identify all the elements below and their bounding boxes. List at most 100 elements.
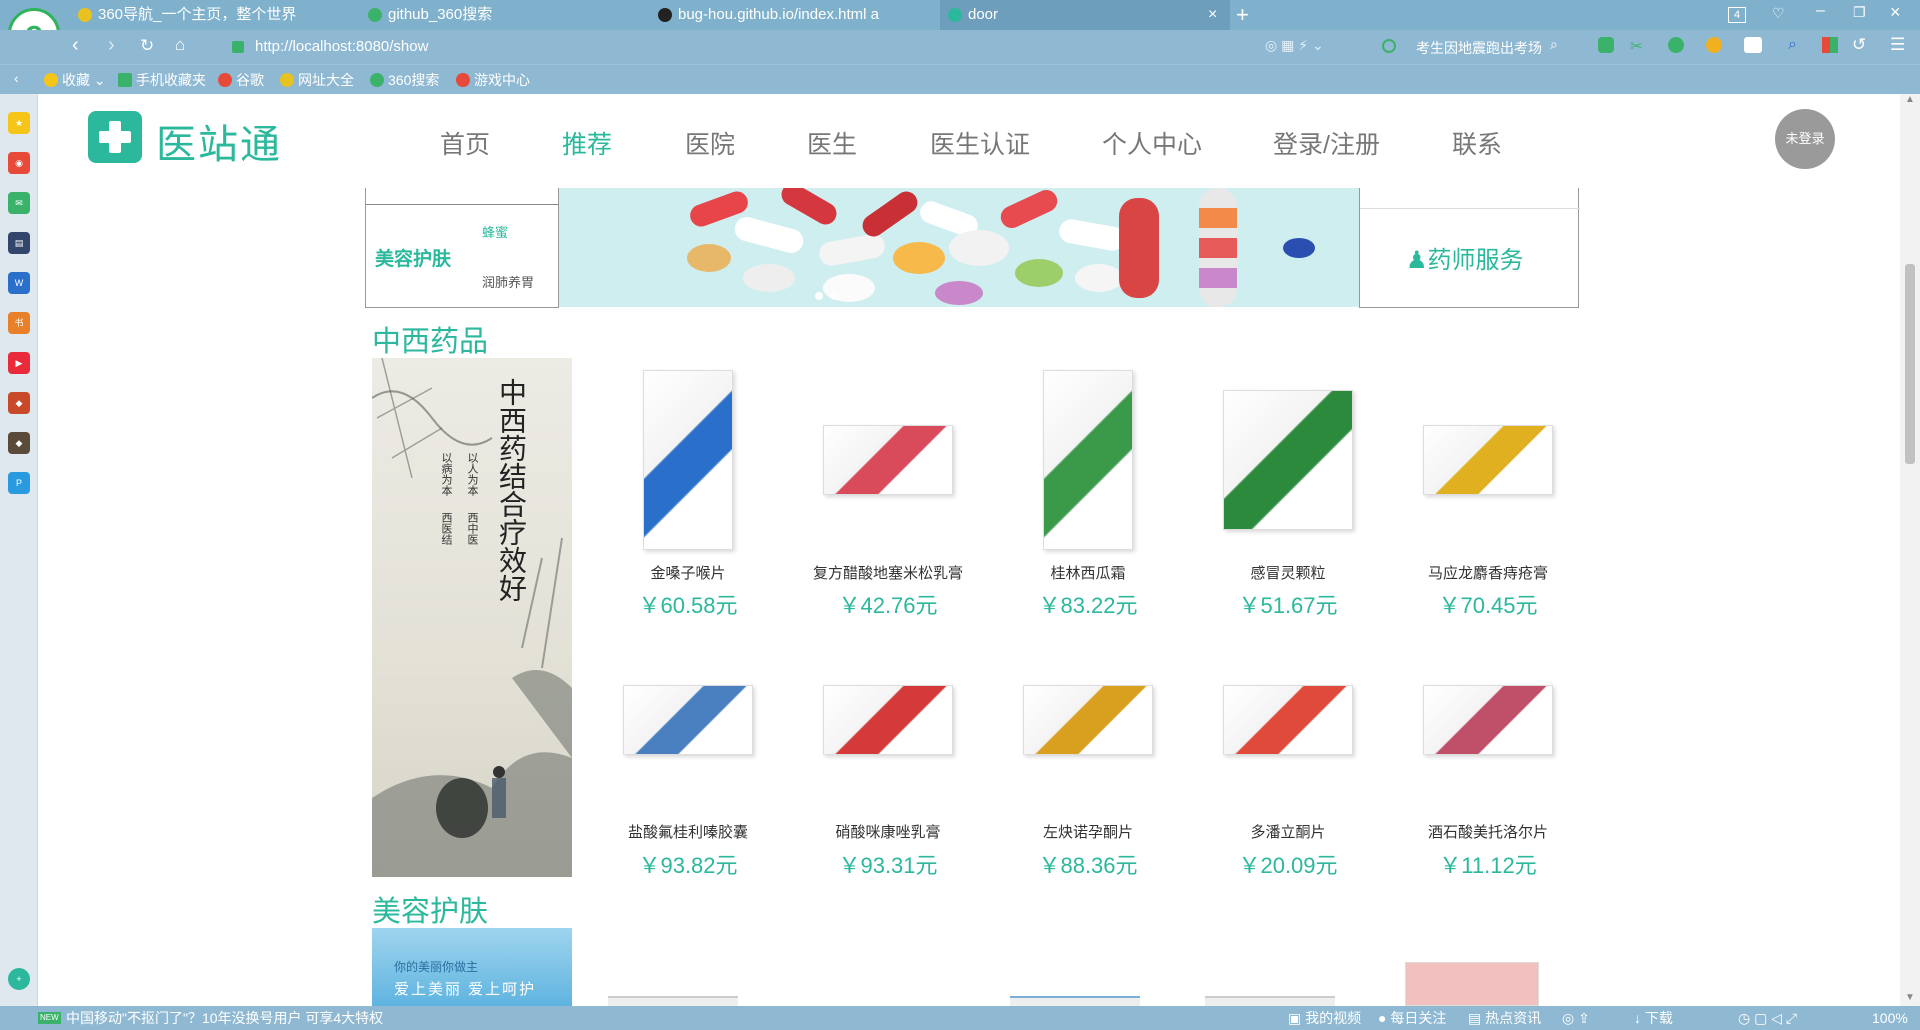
product-name[interactable]: 马应龙麝香痔疮膏 [1398,562,1578,583]
translate-icon[interactable] [1668,37,1684,53]
tab-door[interactable]: door × [940,0,1230,30]
finance-icon[interactable] [1706,37,1722,53]
product-image[interactable] [1043,370,1133,550]
beauty-product-peek[interactable] [1405,962,1539,1006]
product-image[interactable] [1423,425,1553,495]
pharmacist-service-panel[interactable]: ♟药师服务 [1359,188,1580,308]
bookmark-sites[interactable]: 网址大全 [280,65,354,95]
home-icon[interactable]: ⌂ [175,35,185,55]
find-icon[interactable]: ⌕ [1788,36,1797,54]
video-icon[interactable]: ▶ [8,352,30,374]
back-icon[interactable]: ‹ [72,34,79,57]
mail-icon[interactable]: ✉ [8,192,30,214]
product-name[interactable]: 桂林西瓜霜 [998,562,1178,583]
nav-recommend[interactable]: 推荐 [562,125,612,161]
search-icon[interactable]: ⌕ [1550,36,1558,53]
novel-icon[interactable]: 书 [8,312,30,334]
beauty-product-peek[interactable] [1010,996,1140,1006]
product-image[interactable] [1223,390,1353,530]
new-tab-icon[interactable]: + [1236,0,1249,30]
product-name[interactable]: 感冒灵颗粒 [1198,562,1378,583]
image-icon[interactable] [1744,37,1762,53]
product-name[interactable]: 左炔诺孕酮片 [998,821,1178,842]
restore-icon[interactable]: ❐ [1853,4,1866,21]
bookmark-favorites[interactable]: 收藏 ⌄ [44,65,106,95]
docs-icon[interactable]: W [8,272,30,294]
product-image[interactable] [623,685,753,755]
tab-360-nav[interactable]: 360导航_一个主页，整个世界 [70,0,360,30]
medicine-poster[interactable]: 中西药结合疗效好 以人为本 以病为本 西中医 西医结 [372,358,572,877]
nav-profile[interactable]: 个人中心 [1102,125,1202,161]
category-sub-honey[interactable]: 蜂蜜 [482,222,508,241]
collapse-sidebar-icon[interactable]: ‹ [14,70,19,86]
beauty-product-peek[interactable] [608,996,738,1006]
status-tools-icon[interactable]: ◎ ⇪ [1562,1006,1590,1030]
product-image[interactable] [1223,685,1353,755]
skin-icon[interactable]: ♡ [1772,5,1785,22]
search-engine-icon[interactable] [1382,39,1396,53]
game-app2-icon[interactable]: ◆ [8,432,30,454]
category-beauty[interactable]: 美容护肤 [375,244,451,271]
scroll-up-icon[interactable]: ▲ [1905,94,1915,105]
scroll-down-icon[interactable]: ▼ [1905,992,1915,1003]
site-logo-text[interactable]: 医站通 [156,112,282,170]
product-image[interactable] [823,425,953,495]
zoom-level[interactable]: 100% [1872,1006,1908,1030]
bookmark-360search[interactable]: 360搜索 [370,65,439,95]
tab-close-icon[interactable]: × [1208,0,1217,30]
status-misc-icons[interactable]: ◷ ▢ ◁ ⤢ [1738,1006,1797,1030]
banner-carousel-image[interactable] [559,188,1359,307]
product-image[interactable] [1023,685,1153,755]
logo-cross-icon[interactable] [88,111,142,163]
page-scrollbar[interactable]: ▲ ▼ [1900,94,1920,1006]
product-name[interactable]: 复方醋酸地塞米松乳膏 [798,562,978,583]
product-name[interactable]: 多潘立酮片 [1198,821,1378,842]
nav-hospital[interactable]: 医院 [685,125,735,161]
status-daily[interactable]: ● 每日关注 [1378,1006,1446,1030]
category-sub-lung[interactable]: 润肺养胃 [482,272,534,291]
close-window-icon[interactable]: × [1890,2,1901,23]
status-video[interactable]: ▣ 我的视频 [1288,1006,1361,1030]
scissors-icon[interactable]: ✂ [1630,37,1643,55]
status-download[interactable]: ↓ 下载 [1634,1006,1673,1030]
refresh-icon[interactable]: ↻ [140,36,154,56]
tab-github-search[interactable]: github_360搜索 [360,0,650,30]
tab-github-io[interactable]: bug-hou.github.io/index.html a [650,0,940,30]
product-name[interactable]: 硝酸咪康唑乳膏 [798,821,978,842]
search-field[interactable]: 考生因地震跑出考场 [1416,38,1542,58]
bookmark-google[interactable]: 谷歌 [218,65,264,95]
news-icon[interactable]: ▤ [8,232,30,254]
login-avatar[interactable]: 未登录 [1775,109,1835,169]
url-field[interactable]: http://localhost:8080/show [255,38,428,55]
nav-login-register[interactable]: 登录/注册 [1273,125,1380,161]
bookmark-games[interactable]: 游戏中心 [456,65,530,95]
nav-home[interactable]: 首页 [440,125,490,161]
add-app-icon[interactable]: + [8,968,30,990]
favorites-icon[interactable]: ★ [8,112,30,134]
game-app-icon[interactable]: ◆ [8,392,30,414]
product-image[interactable] [823,685,953,755]
page-tools-icon[interactable]: ◎ ▦ ⚡ ⌄ [1265,37,1324,54]
beauty-poster[interactable]: 你的美丽你做主 爱上美丽 爱上呵护 [372,928,572,1006]
chat-extension-icon[interactable] [1598,37,1614,53]
forward-icon[interactable]: › [108,34,115,57]
weibo-icon[interactable]: ◉ [8,152,30,174]
product-name[interactable]: 金嗓子喉片 [598,562,778,583]
menu-icon[interactable]: ☰ [1890,35,1905,55]
product-name[interactable]: 酒石酸美托洛尔片 [1398,821,1578,842]
scrollbar-thumb[interactable] [1905,264,1915,464]
product-name[interactable]: 盐酸氟桂利嗪胶囊 [598,821,778,842]
nav-doctor-cert[interactable]: 医生认证 [930,125,1030,161]
product-image[interactable] [643,370,733,550]
beauty-product-peek[interactable] [1205,996,1335,1006]
status-hot[interactable]: ▤ 热点资讯 [1468,1006,1541,1030]
undo-icon[interactable]: ↺ [1852,35,1866,55]
product-image[interactable] [1423,685,1553,755]
nav-doctor[interactable]: 医生 [807,125,857,161]
tab-count-badge[interactable]: 4 [1728,7,1746,23]
p-app-icon[interactable]: P [8,472,30,494]
bookmark-mobile[interactable]: 手机收藏夹 [118,65,206,95]
nav-contact[interactable]: 联系 [1452,125,1502,161]
apps-icon[interactable] [1822,37,1838,53]
minimize-icon[interactable]: – [1816,2,1825,20]
